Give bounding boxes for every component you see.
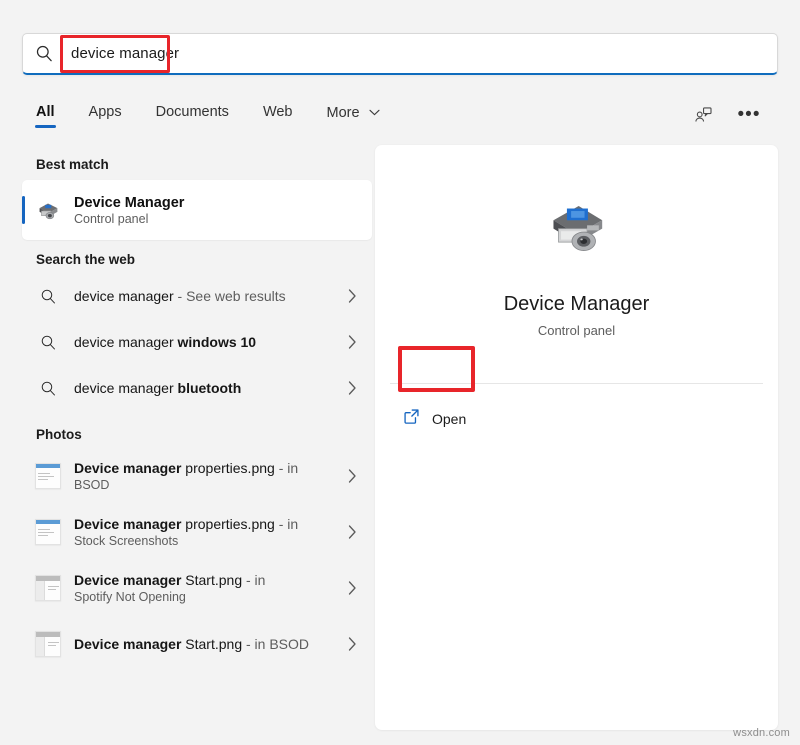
search-icon: [22, 380, 74, 397]
web-result-query: device manager: [74, 334, 178, 350]
web-result-row[interactable]: device manager - See web results: [22, 273, 372, 319]
photo-name-rest: properties.png: [181, 516, 274, 532]
chevron-right-icon[interactable]: [332, 525, 372, 539]
results-list: Best match Device Manager Control panel …: [22, 145, 372, 730]
ellipsis-icon[interactable]: •••: [734, 100, 764, 130]
photo-location: Spotify Not Opening: [74, 590, 332, 604]
preview-subtitle: Control panel: [375, 323, 778, 338]
photo-location: BSOD: [74, 478, 332, 492]
tab-documents-label: Documents: [156, 104, 229, 120]
photo-location: Stock Screenshots: [74, 534, 332, 548]
chevron-right-icon[interactable]: [332, 637, 372, 651]
photo-name-bold: Device manager: [74, 460, 181, 476]
tab-documents[interactable]: Documents: [154, 100, 231, 130]
web-result-hint: - See web results: [174, 288, 286, 304]
photo-name-bold: Device manager: [74, 572, 181, 588]
section-title-search-the-web: Search the web: [22, 240, 372, 273]
search-icon: [22, 288, 74, 305]
best-match-title: Device Manager: [74, 195, 184, 211]
search-icon: [23, 44, 65, 63]
search-icon: [22, 334, 74, 351]
web-result-query: device manager: [74, 288, 174, 304]
section-title-best-match: Best match: [22, 145, 372, 178]
device-manager-icon: [22, 195, 74, 225]
open-button-label: Open: [432, 411, 466, 427]
tab-more-label: More: [327, 105, 360, 121]
chevron-right-icon[interactable]: [332, 469, 372, 483]
photo-result-row[interactable]: Device manager properties.png - in Stock…: [22, 504, 372, 560]
result-filter-tabs: All Apps Documents Web More: [22, 95, 778, 135]
device-manager-large-icon: [375, 185, 778, 269]
chevron-down-icon: [369, 104, 380, 120]
web-result-suggestion: bluetooth: [178, 380, 242, 396]
screenshot-thumbnail-icon: [22, 631, 74, 657]
preview-actions: Open: [375, 384, 778, 436]
photo-name-bold: Device manager: [74, 636, 181, 652]
web-result-row[interactable]: device manager bluetooth: [22, 365, 372, 411]
search-query-text: device manager: [65, 45, 179, 62]
photo-result-row[interactable]: Device manager properties.png - in BSOD: [22, 448, 372, 504]
chevron-right-icon[interactable]: [332, 335, 372, 349]
external-link-icon: [403, 408, 420, 430]
best-match-subtitle: Control panel: [74, 212, 184, 226]
photo-name-rest: Start.png: [181, 572, 242, 588]
web-result-row[interactable]: device manager windows 10: [22, 319, 372, 365]
photo-location-inline: - in BSOD: [242, 636, 309, 652]
section-title-photos: Photos: [22, 411, 372, 448]
chevron-right-icon[interactable]: [332, 289, 372, 303]
photo-location-inline: - in: [242, 572, 265, 588]
preview-panel: Device Manager Control panel Open: [375, 145, 778, 730]
feedback-person-icon[interactable]: [688, 100, 718, 130]
photo-location-inline: - in: [275, 460, 298, 476]
photo-result-row[interactable]: Device manager Start.png - in Spotify No…: [22, 560, 372, 616]
tab-apps-label: Apps: [89, 104, 122, 120]
photo-name-rest: properties.png: [181, 460, 274, 476]
open-button[interactable]: Open: [393, 402, 482, 436]
search-input[interactable]: device manager: [65, 34, 777, 73]
more-options-label: •••: [738, 110, 761, 120]
photo-location-inline: - in: [275, 516, 298, 532]
search-bar[interactable]: device manager: [22, 33, 778, 75]
screenshot-thumbnail-icon: [22, 463, 74, 489]
tab-all-label: All: [36, 104, 55, 120]
photo-name-bold: Device manager: [74, 516, 181, 532]
chevron-right-icon[interactable]: [332, 381, 372, 395]
watermark: wsxdn.com: [733, 727, 790, 739]
photo-name-rest: Start.png: [181, 636, 242, 652]
screenshot-thumbnail-icon: [22, 575, 74, 601]
photo-result-row[interactable]: Device manager Start.png - in BSOD: [22, 616, 372, 672]
tab-all[interactable]: All: [34, 100, 57, 130]
screenshot-thumbnail-icon: [22, 519, 74, 545]
chevron-right-icon[interactable]: [332, 581, 372, 595]
tab-more[interactable]: More: [325, 100, 382, 131]
best-match-item[interactable]: Device Manager Control panel: [22, 180, 372, 240]
tab-web-label: Web: [263, 104, 293, 120]
web-result-query: device manager: [74, 380, 178, 396]
preview-title: Device Manager: [375, 293, 778, 316]
tab-apps[interactable]: Apps: [87, 100, 124, 130]
web-result-suggestion: windows 10: [178, 334, 257, 350]
tab-web[interactable]: Web: [261, 100, 295, 130]
